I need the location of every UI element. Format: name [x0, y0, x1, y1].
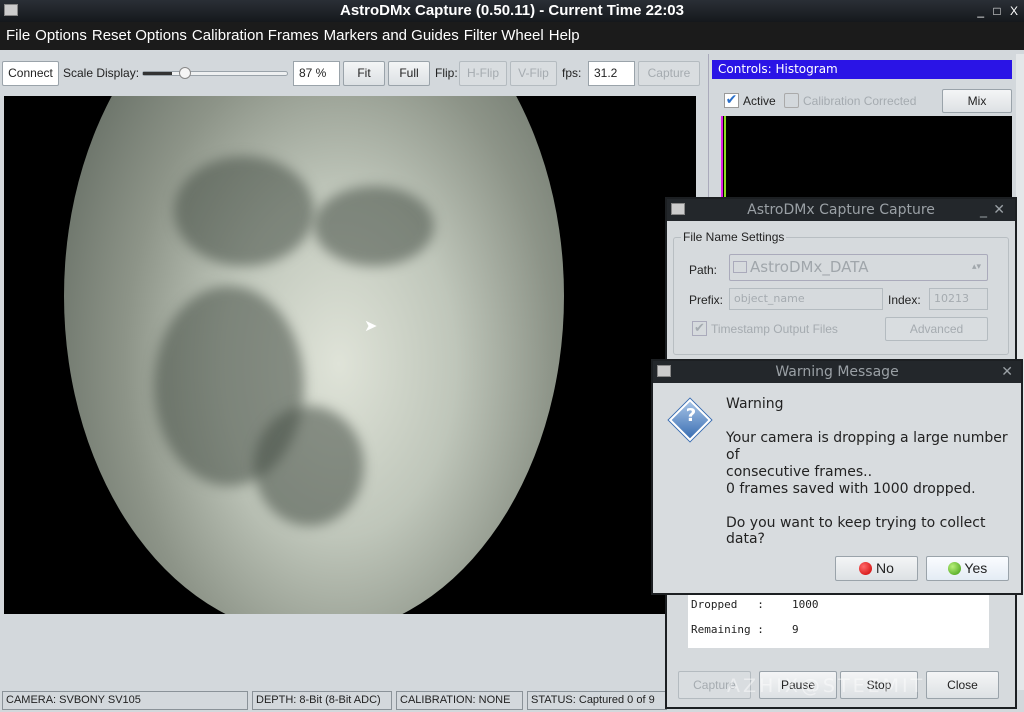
- file-name-settings-label: File Name Settings: [681, 230, 787, 244]
- warning-message: Your camera is dropping a large number o…: [726, 430, 1008, 480]
- capture-button[interactable]: Capture: [678, 671, 751, 699]
- close-dialog-button[interactable]: Close: [926, 671, 999, 699]
- prefix-label: Prefix:: [689, 293, 724, 307]
- title-bar: AstroDMx Capture (0.50.11) - Current Tim…: [0, 0, 1024, 22]
- menu-options[interactable]: Options: [35, 27, 87, 44]
- menu-help[interactable]: Help: [549, 27, 580, 44]
- hflip-button[interactable]: H-Flip: [459, 61, 507, 86]
- warning-dialog-titlebar[interactable]: Warning Message ✕: [653, 361, 1021, 383]
- scale-slider-handle[interactable]: [179, 67, 191, 79]
- flip-label: Flip:: [435, 66, 458, 80]
- maximize-button[interactable]: □: [993, 4, 1000, 18]
- scale-slider-fill: [143, 72, 172, 75]
- window-title: AstroDMx Capture (0.50.11) - Current Tim…: [340, 2, 684, 19]
- index-label: Index:: [888, 293, 921, 307]
- camera-preview[interactable]: ➤: [4, 96, 696, 614]
- close-button[interactable]: ✕: [993, 199, 1005, 221]
- calibration-checkbox[interactable]: [784, 93, 799, 108]
- dropped-value: 1000: [792, 598, 819, 611]
- status-capture: STATUS: Captured 0 of 9: [527, 691, 667, 710]
- timestamp-checkbox[interactable]: ✔: [692, 321, 707, 336]
- mouse-cursor-icon: ➤: [364, 316, 378, 335]
- advanced-button[interactable]: Advanced: [885, 317, 988, 341]
- menu-reset-options[interactable]: Reset Options: [92, 27, 187, 44]
- menu-filter-wheel[interactable]: Filter Wheel: [464, 27, 544, 44]
- menu-file[interactable]: File: [6, 27, 30, 44]
- fps-field[interactable]: 31.2: [588, 61, 635, 86]
- close-button[interactable]: X: [1010, 4, 1018, 18]
- yes-button[interactable]: Yes: [926, 556, 1009, 581]
- capture-dialog-title: AstroDMx Capture Capture: [747, 202, 935, 218]
- timestamp-label: Timestamp Output Files: [711, 322, 838, 336]
- minimize-button[interactable]: _: [977, 4, 984, 18]
- dropped-label: Dropped :: [691, 598, 764, 611]
- status-calibration: CALIBRATION: NONE: [396, 691, 523, 710]
- app-icon: [4, 4, 18, 16]
- connect-button[interactable]: Connect: [2, 61, 59, 86]
- scale-display-label: Scale Display:: [63, 66, 140, 80]
- menu-bar: File Options Reset Options Calibration Fram…: [0, 22, 1024, 50]
- no-button[interactable]: No: [835, 556, 918, 581]
- mix-button[interactable]: Mix: [942, 89, 1012, 113]
- stop-button[interactable]: Stop: [840, 671, 918, 699]
- capture-dialog-titlebar[interactable]: AstroDMx Capture Capture _ ✕: [667, 199, 1015, 221]
- question-mark-icon: ?: [685, 405, 697, 426]
- capture-toolbar-button[interactable]: Capture: [638, 61, 700, 86]
- menu-calibration-frames[interactable]: Calibration Frames: [192, 27, 319, 44]
- histogram-plot: [721, 116, 1012, 206]
- histogram-header[interactable]: Controls: Histogram: [712, 60, 1012, 79]
- remaining-label: Remaining :: [691, 623, 764, 636]
- close-button[interactable]: ✕: [1001, 361, 1013, 383]
- spinner-arrows-icon: ▴▾: [971, 262, 981, 272]
- moon-image: [64, 96, 564, 614]
- scale-value-field[interactable]: 87 %: [293, 61, 340, 86]
- green-circle-icon: [947, 562, 961, 575]
- vflip-button[interactable]: V-Flip: [510, 61, 557, 86]
- calibration-label: Calibration Corrected: [803, 94, 917, 108]
- status-depth: DEPTH: 8-Bit (8-Bit ADC): [252, 691, 392, 710]
- prefix-input[interactable]: object_name: [729, 288, 883, 310]
- warning-dialog: Warning Message ✕ ? Warning Your camera …: [651, 359, 1023, 595]
- fit-button[interactable]: Fit: [343, 61, 385, 86]
- minimize-button[interactable]: _: [980, 199, 987, 221]
- warning-frames-info: 0 frames saved with 1000 dropped.: [726, 481, 976, 497]
- fps-label: fps:: [562, 66, 582, 80]
- remaining-value: 9: [792, 623, 799, 636]
- active-label: Active: [743, 94, 776, 108]
- path-label: Path:: [689, 263, 718, 277]
- full-button[interactable]: Full: [388, 61, 430, 86]
- warning-dialog-title: Warning Message: [775, 364, 899, 380]
- index-input[interactable]: 10213: [929, 288, 988, 310]
- pause-button[interactable]: Pause: [759, 671, 837, 699]
- folder-icon: [733, 261, 747, 273]
- path-select[interactable]: AstroDMx_DATA ▴▾: [729, 254, 988, 281]
- capture-stats: Dropped : 1000 Remaining : 9: [688, 595, 989, 648]
- warning-question: Do you want to keep trying to collect da…: [726, 515, 986, 547]
- warning-heading: Warning: [726, 396, 784, 412]
- active-checkbox[interactable]: ✔: [724, 93, 739, 108]
- menu-markers-guides[interactable]: Markers and Guides: [324, 27, 459, 44]
- scale-slider[interactable]: [142, 67, 288, 79]
- status-camera: CAMERA: SVBONY SV105: [2, 691, 248, 710]
- red-circle-icon: [859, 562, 873, 575]
